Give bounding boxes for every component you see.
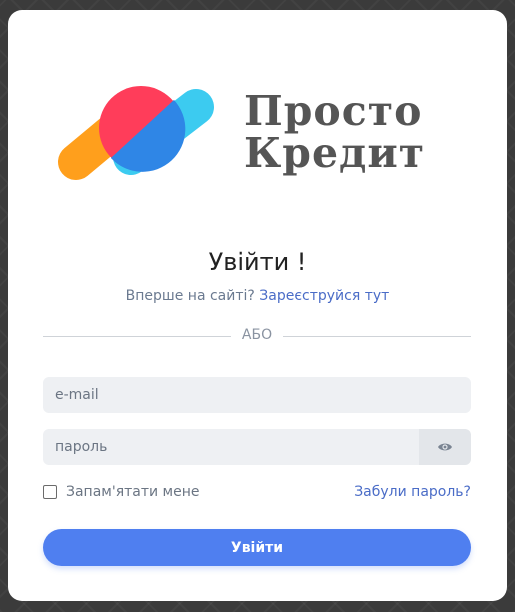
divider-line-right — [283, 336, 471, 337]
password-field-wrapper — [43, 429, 419, 465]
signup-prompt-text: Вперше на сайті? — [125, 288, 255, 304]
eye-icon — [438, 443, 452, 451]
or-divider: АБО — [43, 326, 471, 346]
brand-name-line2: Кредит — [244, 129, 426, 177]
password-field[interactable] — [43, 429, 419, 465]
remember-me-label: Запам'ятати мене — [66, 484, 200, 500]
forgot-password-link[interactable]: Забули пароль? — [354, 484, 471, 500]
signup-prompt: Вперше на сайті? Зареєструйся тут — [8, 288, 507, 304]
brand-name: Просто Кредит — [244, 90, 425, 174]
login-button[interactable]: Увійти — [43, 529, 471, 566]
brand-logo: Просто Кредит — [56, 82, 466, 192]
email-field[interactable] — [43, 377, 471, 413]
divider-label: АБО — [241, 327, 273, 343]
login-title: Увійти ! — [208, 248, 307, 276]
signup-link[interactable]: Зареєструйся тут — [259, 288, 389, 304]
show-password-button[interactable] — [419, 429, 471, 465]
brand-logo-mark — [58, 86, 214, 180]
login-card: Просто Кредит Увійти ! Вперше на сайті? … — [8, 10, 507, 601]
remember-me[interactable]: Запам'ятати мене — [43, 484, 200, 500]
email-field-wrapper — [43, 377, 471, 413]
remember-me-checkbox[interactable] — [43, 485, 57, 499]
brand-name-line1: Просто — [244, 87, 423, 135]
